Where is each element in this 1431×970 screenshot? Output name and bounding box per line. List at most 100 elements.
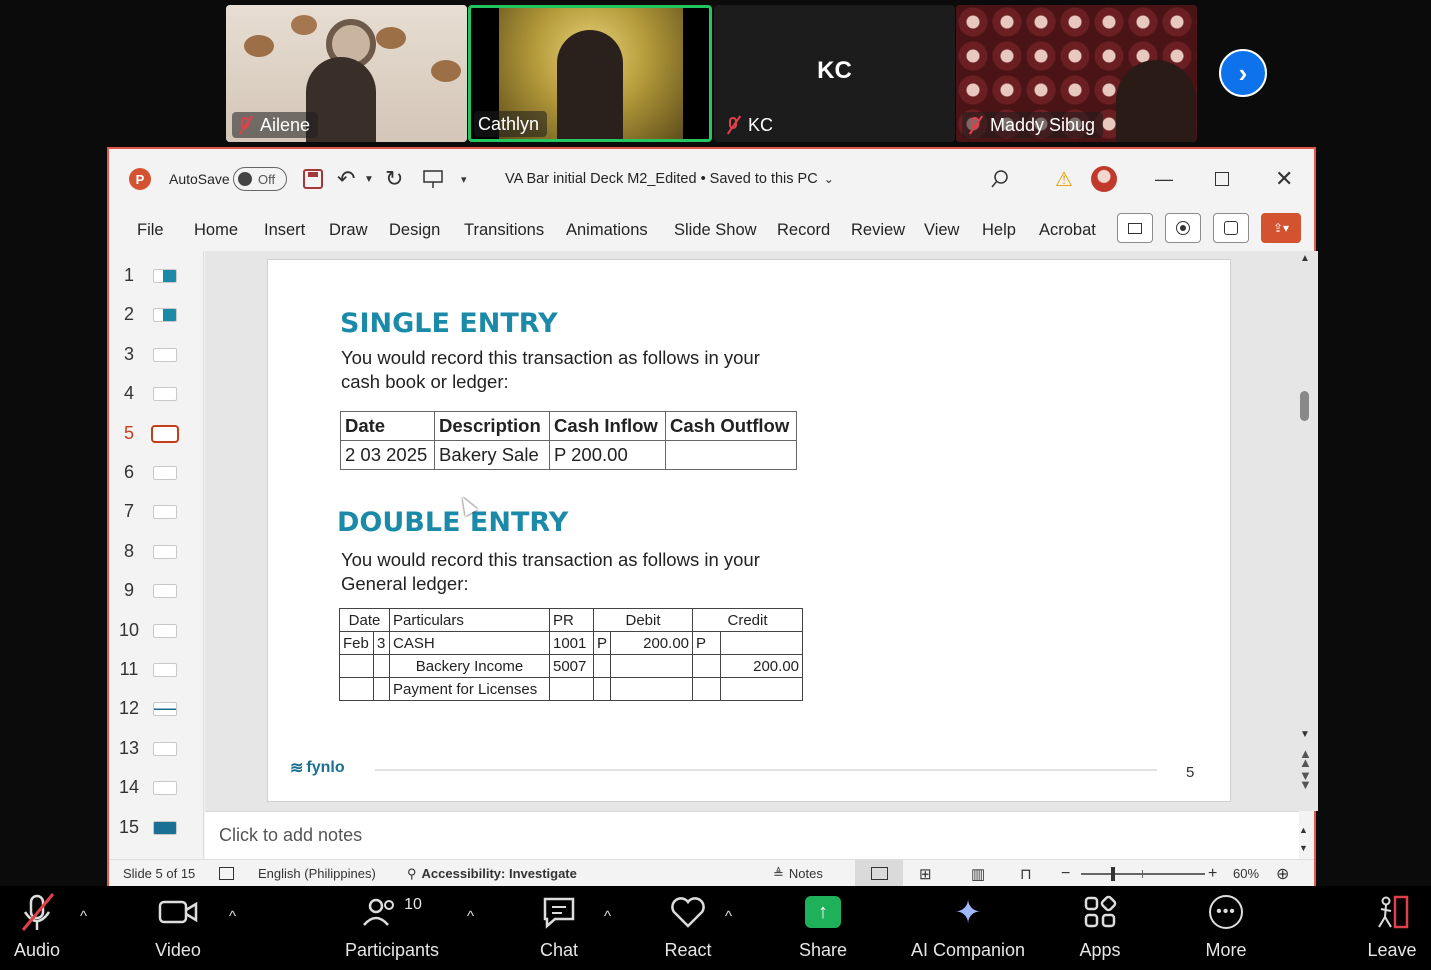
tab-draw[interactable]: Draw: [329, 209, 368, 251]
zoom-out-icon[interactable]: −: [1061, 860, 1070, 887]
save-icon[interactable]: [303, 149, 323, 209]
slide-thumbnail[interactable]: 8: [109, 533, 204, 572]
participant-tile-maddy[interactable]: Maddy Sibug: [956, 5, 1197, 142]
minimize-icon[interactable]: —: [1155, 149, 1173, 209]
next-participants-button[interactable]: ›: [1219, 49, 1267, 97]
user-avatar[interactable]: [1091, 149, 1117, 209]
slide-thumbnail-image[interactable]: [153, 584, 177, 599]
slide-sorter-icon[interactable]: ⊞: [919, 860, 932, 887]
slide-thumbnail[interactable]: 13: [109, 730, 204, 769]
accessibility-checker[interactable]: ⚲ Accessibility: Investigate: [407, 860, 577, 887]
undo-dropdown-icon[interactable]: ▼: [364, 149, 374, 209]
slide-thumbnail-image[interactable]: [153, 466, 177, 480]
normal-view-icon[interactable]: [855, 860, 903, 887]
audio-options-caret[interactable]: ^: [80, 908, 87, 925]
slide-thumbnail-image[interactable]: [153, 347, 177, 362]
tab-file[interactable]: File: [137, 209, 164, 251]
slide-thumbnail[interactable]: 1: [109, 257, 204, 296]
tab-transitions[interactable]: Transitions: [464, 209, 544, 251]
redo-icon[interactable]: ↻: [385, 149, 403, 209]
document-title[interactable]: VA Bar initial Deck M2_Edited • Saved to…: [505, 149, 834, 209]
slide-thumbnail[interactable]: 2: [109, 296, 204, 335]
slide-thumbnail-image[interactable]: [153, 544, 177, 559]
more-button[interactable]: ••• More: [1200, 886, 1252, 970]
slide-thumbnail-image[interactable]: [153, 781, 177, 796]
zoom-slider-thumb[interactable]: [1111, 866, 1115, 881]
slideshow-view-icon[interactable]: ⊓: [1020, 860, 1032, 887]
maximize-icon[interactable]: [1215, 149, 1229, 209]
react-button[interactable]: React: [658, 886, 718, 970]
undo-icon[interactable]: ↶: [337, 149, 355, 209]
slide-thumbnail[interactable]: 10: [109, 612, 204, 651]
autosave-toggle[interactable]: Off: [233, 149, 287, 209]
present-from-start-icon[interactable]: [423, 149, 443, 209]
slide-thumbnails-pane[interactable]: 1 2 3 4 5 6 7 8 9 10 11 12 13 14 15: [109, 251, 204, 863]
slide-thumbnail-image[interactable]: [153, 308, 177, 323]
close-icon[interactable]: ✕: [1275, 149, 1293, 209]
slide-thumbnail[interactable]: 6: [109, 454, 204, 493]
tab-insert[interactable]: Insert: [264, 209, 305, 251]
next-slide-icon[interactable]: ▼ ▼: [1299, 769, 1312, 791]
reading-view-icon[interactable]: ▥: [971, 860, 985, 887]
tab-animations[interactable]: Animations: [566, 209, 648, 251]
slide-thumbnail-image[interactable]: [151, 424, 179, 443]
video-options-caret[interactable]: ^: [229, 908, 236, 925]
language-indicator[interactable]: English (Philippines): [258, 860, 376, 887]
vertical-scrollbar[interactable]: ▲ ▼ ▲ ▲ ▼ ▼: [1297, 251, 1313, 811]
participant-tile-kc[interactable]: KC KC: [714, 5, 955, 142]
slide-thumbnail-image[interactable]: [153, 741, 177, 756]
participants-button[interactable]: 10 Participants: [338, 886, 446, 970]
slide-thumbnail[interactable]: 9: [109, 572, 204, 611]
scroll-down-icon[interactable]: ▼: [1300, 729, 1310, 740]
slide-thumbnail-image[interactable]: [153, 820, 177, 835]
zoom-slider[interactable]: [1081, 860, 1205, 887]
tab-design[interactable]: Design: [389, 209, 440, 251]
slide-thumbnail[interactable]: 3: [109, 336, 204, 375]
tab-slide-show[interactable]: Slide Show: [674, 209, 757, 251]
participant-tile-ailene[interactable]: Ailene: [226, 5, 467, 142]
audio-button[interactable]: Audio: [8, 886, 66, 970]
slide-thumbnail-image[interactable]: [153, 702, 177, 717]
notes-toggle[interactable]: ≜ Notes: [773, 860, 823, 887]
record-button[interactable]: [1165, 213, 1201, 243]
customize-toolbar-icon[interactable]: ▾: [461, 149, 467, 209]
video-button[interactable]: Video: [148, 886, 208, 970]
scroll-up-icon[interactable]: ▲: [1300, 253, 1310, 264]
slide-thumbnail[interactable]: 15: [109, 809, 204, 848]
comments-button[interactable]: [1117, 213, 1153, 243]
slide-thumbnail-image[interactable]: [153, 623, 177, 638]
participant-tile-cathlyn[interactable]: Cathlyn: [468, 5, 712, 142]
slide-thumbnail-image[interactable]: [153, 387, 177, 402]
slide-thumbnail[interactable]: 14: [109, 769, 204, 808]
previous-slide-icon[interactable]: ▲ ▲: [1299, 747, 1312, 769]
scroll-thumb[interactable]: [1300, 391, 1309, 421]
slide-thumbnail-image[interactable]: [153, 269, 177, 283]
slide-thumbnail[interactable]: 5: [109, 415, 204, 454]
chat-options-caret[interactable]: ^: [604, 908, 611, 925]
tab-home[interactable]: Home: [194, 209, 238, 251]
tab-record[interactable]: Record: [777, 209, 830, 251]
slide-thumbnail[interactable]: 4: [109, 375, 204, 414]
tab-acrobat[interactable]: Acrobat: [1039, 209, 1096, 251]
zoom-level[interactable]: 60%: [1233, 860, 1259, 887]
search-icon[interactable]: [991, 149, 1009, 209]
fit-to-window-icon[interactable]: ⊕: [1276, 860, 1289, 887]
warning-icon[interactable]: ⚠: [1055, 149, 1073, 209]
share-file-button[interactable]: ⇪▾: [1261, 213, 1301, 243]
react-options-caret[interactable]: ^: [725, 908, 732, 925]
leave-button[interactable]: Leave: [1366, 886, 1418, 970]
participants-options-caret[interactable]: ^: [467, 908, 474, 925]
chat-button[interactable]: Chat: [532, 886, 586, 970]
notes-pane[interactable]: Click to add notes: [205, 811, 1299, 859]
tab-review[interactable]: Review: [851, 209, 905, 251]
apps-button[interactable]: Apps: [1074, 886, 1126, 970]
spell-check-icon[interactable]: [219, 860, 234, 887]
slide-thumbnail[interactable]: 12: [109, 690, 204, 729]
slide-thumbnail[interactable]: 11: [109, 651, 204, 690]
zoom-in-icon[interactable]: +: [1208, 860, 1217, 887]
ai-companion-button[interactable]: ✦ AI Companion: [906, 886, 1030, 970]
share-button[interactable]: ↑ Share: [794, 886, 852, 970]
teams-button[interactable]: [1213, 213, 1249, 243]
slide-counter[interactable]: Slide 5 of 15: [123, 860, 195, 887]
notes-scroll[interactable]: ▲ ▼: [1299, 821, 1308, 857]
